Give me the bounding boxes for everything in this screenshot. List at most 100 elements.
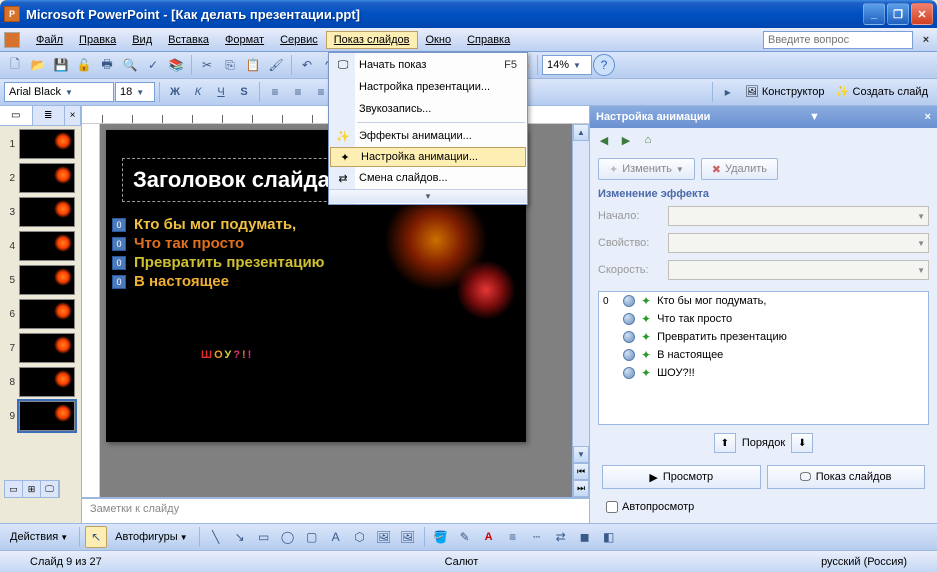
animation-item[interactable]: ✦ШОУ?!! <box>599 364 928 382</box>
line-icon[interactable]: ╲ <box>205 526 227 548</box>
maximize-button[interactable]: ❐ <box>887 3 909 25</box>
menu-help[interactable]: Справка <box>459 31 518 49</box>
menu-view[interactable]: Вид <box>124 31 160 49</box>
shadow-style-icon[interactable]: ◼ <box>574 526 596 548</box>
print-icon[interactable]: 🖶 <box>96 54 118 76</box>
menu-format[interactable]: Формат <box>217 31 272 49</box>
slide-title-placeholder[interactable]: Заголовок слайда <box>122 158 362 202</box>
scroll-down-icon[interactable]: ▼ <box>573 446 589 463</box>
dash-style-icon[interactable]: ┄ <box>526 526 548 548</box>
align-left-icon[interactable]: ≡ <box>264 81 286 103</box>
new-icon[interactable]: 🗋 <box>4 54 26 76</box>
autopreview-checkbox[interactable] <box>606 501 618 513</box>
save-icon[interactable]: 💾 <box>50 54 72 76</box>
italic-icon[interactable]: К <box>187 81 209 103</box>
menu-record-narration[interactable]: Звукозапись... <box>329 98 527 120</box>
thumbnail-5[interactable]: 5 <box>3 265 78 295</box>
thumbnail-2[interactable]: 2 <box>3 163 78 193</box>
add-effect-button[interactable]: ✦ Изменить ▼ <box>598 158 695 180</box>
research-icon[interactable]: 📚 <box>165 54 187 76</box>
copy-icon[interactable]: ⎘ <box>219 54 241 76</box>
autoshapes-button[interactable]: Автофигуры▼ <box>109 531 194 543</box>
menu-edit[interactable]: Правка <box>71 31 124 49</box>
underline-icon[interactable]: Ч <box>210 81 232 103</box>
paste-icon[interactable]: 📋 <box>242 54 264 76</box>
animation-item[interactable]: 0✦Кто бы мог подумать, <box>599 292 928 310</box>
slideshow-view-icon[interactable]: 🖵 <box>41 481 59 497</box>
font-combo[interactable]: Arial Black▼ <box>4 82 114 102</box>
menu-start-show[interactable]: 🖵 Начать показ F5 <box>329 54 527 76</box>
notes-pane[interactable]: Заметки к слайду <box>82 497 589 523</box>
menu-tools[interactable]: Сервис <box>272 31 326 49</box>
select-icon[interactable]: ↖ <box>85 526 107 548</box>
property-combo[interactable]: ▼ <box>668 233 929 253</box>
nav-forward-icon[interactable]: ▶ <box>616 130 636 150</box>
thumbnail-7[interactable]: 7 <box>3 333 78 363</box>
minimize-button[interactable]: _ <box>863 3 885 25</box>
thumbnail-1[interactable]: 1 <box>3 129 78 159</box>
close-panel-icon[interactable]: × <box>65 106 81 125</box>
thumbnail-6[interactable]: 6 <box>3 299 78 329</box>
taskpane-dropdown-icon[interactable]: ▼ <box>809 111 820 123</box>
open-icon[interactable]: 📂 <box>27 54 49 76</box>
line-color-icon[interactable]: ✎ <box>454 526 476 548</box>
picture-icon[interactable]: 🖼 <box>397 526 419 548</box>
sorter-view-icon[interactable]: ⊞ <box>23 481 41 497</box>
align-center-icon[interactable]: ≡ <box>287 81 309 103</box>
designer-button[interactable]: 🖼Конструктор <box>740 85 830 99</box>
animation-item[interactable]: ✦Что так просто <box>599 310 928 328</box>
next-slide-icon[interactable]: ⏭ <box>573 480 589 497</box>
menu-setup-show[interactable]: Настройка презентации... <box>329 76 527 98</box>
format-painter-icon[interactable]: 🖌 <box>265 54 287 76</box>
preview-icon[interactable]: 🔍 <box>119 54 141 76</box>
line-style-icon[interactable]: ≡ <box>502 526 524 548</box>
animation-list[interactable]: 0✦Кто бы мог подумать,✦Что так просто✦Пр… <box>598 291 929 425</box>
vertical-scrollbar[interactable]: ▲ ▼ ⏮ ⏭ <box>572 124 589 497</box>
spelling-icon[interactable]: ✓ <box>142 54 164 76</box>
taskpane-close-icon[interactable]: × <box>925 111 931 123</box>
zoom-combo[interactable]: 14%▼ <box>542 55 592 75</box>
move-up-icon[interactable]: ⬆ <box>714 433 736 453</box>
3d-style-icon[interactable]: ◧ <box>598 526 620 548</box>
expand-toolbar-icon[interactable]: ▸ <box>717 81 739 103</box>
normal-view-icon[interactable]: ▭ <box>5 481 23 497</box>
nav-back-icon[interactable]: ◀ <box>594 130 614 150</box>
permission-icon[interactable]: 🔓 <box>73 54 95 76</box>
speed-combo[interactable]: ▼ <box>668 260 929 280</box>
slides-tab[interactable]: ▭ <box>0 106 33 125</box>
draw-actions-button[interactable]: Действия▼ <box>4 531 74 543</box>
thumbnail-8[interactable]: 8 <box>3 367 78 397</box>
cut-icon[interactable]: ✂ <box>196 54 218 76</box>
thumbnail-9[interactable]: 9 <box>3 401 78 431</box>
menu-expand-icon[interactable]: ▾ <box>329 189 527 203</box>
slide-body[interactable]: 0Кто бы мог подумать,0Что так просто0Пре… <box>112 216 324 292</box>
textbox-icon[interactable]: ▢ <box>301 526 323 548</box>
diagram-icon[interactable]: ⬡ <box>349 526 371 548</box>
font-color-icon[interactable]: A <box>478 526 500 548</box>
scroll-up-icon[interactable]: ▲ <box>573 124 589 141</box>
animation-item[interactable]: ✦Превратить презентацию <box>599 328 928 346</box>
menu-file[interactable]: Файл <box>28 31 71 49</box>
clipart-icon[interactable]: 🖼 <box>373 526 395 548</box>
ask-question-input[interactable] <box>763 31 913 49</box>
menu-slideshow[interactable]: Показ слайдов <box>326 31 418 49</box>
nav-home-icon[interactable]: ⌂ <box>638 130 658 150</box>
thumbnail-4[interactable]: 4 <box>3 231 78 261</box>
shadow-icon[interactable]: S <box>233 81 255 103</box>
start-combo[interactable]: ▼ <box>668 206 929 226</box>
move-down-icon[interactable]: ⬇ <box>791 433 813 453</box>
menu-insert[interactable]: Вставка <box>160 31 217 49</box>
menu-custom-animation[interactable]: ✦Настройка анимации... <box>330 147 526 167</box>
menu-animation-schemes[interactable]: ✨Эффекты анимации... <box>329 125 527 147</box>
slideshow-button[interactable]: 🖵Показ слайдов <box>767 465 926 489</box>
wordart-icon[interactable]: A <box>325 526 347 548</box>
help-icon[interactable]: ? <box>593 54 615 76</box>
bold-icon[interactable]: Ж <box>164 81 186 103</box>
thumbnail-3[interactable]: 3 <box>3 197 78 227</box>
menu-slide-transition[interactable]: ⇄Смена слайдов... <box>329 167 527 189</box>
oval-icon[interactable]: ◯ <box>277 526 299 548</box>
new-slide-button[interactable]: ✨Создать слайд <box>831 85 933 99</box>
menu-window[interactable]: Окно <box>418 31 460 49</box>
fill-color-icon[interactable]: 🪣 <box>430 526 452 548</box>
preview-button[interactable]: ▶Просмотр <box>602 465 761 489</box>
